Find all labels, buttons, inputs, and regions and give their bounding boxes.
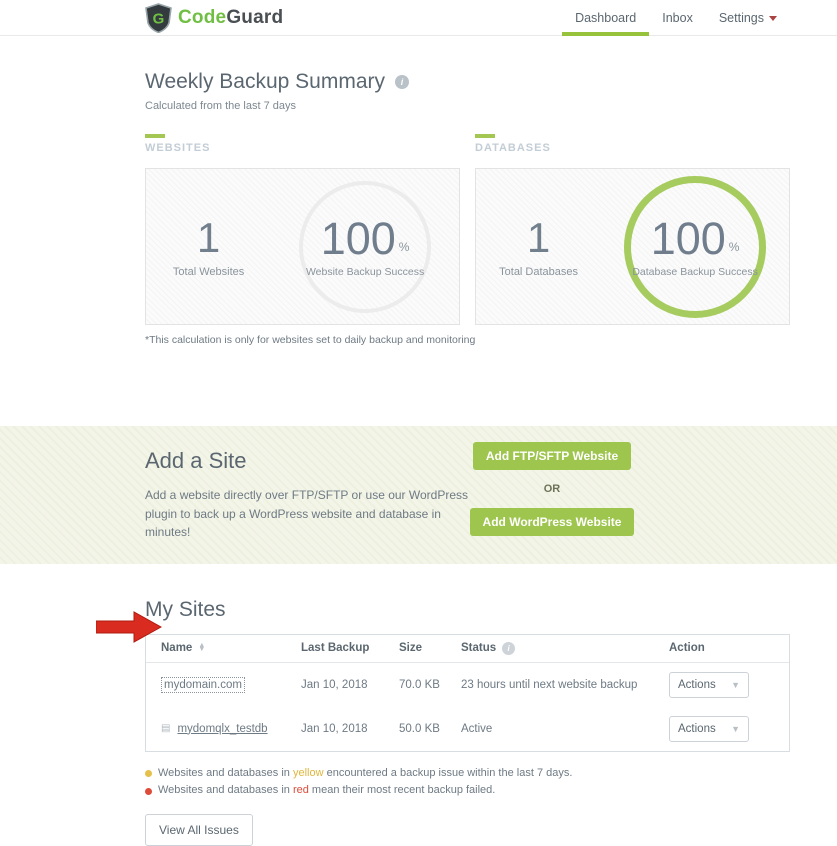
add-a-site-band: Add a Site Add a website directly over F… — [0, 426, 837, 564]
logo-wordmark: CodeGuard — [178, 7, 283, 29]
page-subtitle: Calculated from the last 7 days — [145, 100, 790, 112]
last-backup-cell: Jan 10, 2018 — [301, 723, 399, 735]
weekly-backup-summary-section: Weekly Backup Summary i Calculated from … — [0, 36, 837, 386]
column-header-size: Size — [399, 642, 461, 654]
database-success-ring: 100 % Database Backup Success — [624, 176, 766, 318]
chevron-down-icon — [769, 16, 777, 21]
yellow-dot-icon — [145, 770, 152, 777]
nav-settings[interactable]: Settings — [706, 0, 790, 36]
actions-dropdown[interactable]: Actions ▼ — [669, 716, 749, 742]
websites-summary-card: 1 Total Websites 100 % Website Backup Su… — [145, 168, 460, 325]
svg-text:G: G — [153, 10, 165, 27]
table-header-row: Name ▲▼ Last Backup Size Status i Action — [146, 635, 789, 663]
website-success-ring: 100 % Website Backup Success — [299, 181, 431, 313]
nav-inbox[interactable]: Inbox — [649, 0, 706, 36]
add-site-description: Add a website directly over FTP/SFTP or … — [145, 486, 477, 542]
column-header-action: Action — [669, 642, 774, 654]
green-bar — [475, 134, 495, 138]
status-cell: Active — [461, 723, 669, 735]
website-success-percent: 100 — [321, 216, 396, 261]
nav-dashboard[interactable]: Dashboard — [562, 0, 649, 36]
nav-settings-label: Settings — [719, 11, 764, 25]
add-wordpress-website-button[interactable]: Add WordPress Website — [470, 508, 635, 536]
website-success-label: Website Backup Success — [306, 266, 424, 278]
total-websites-label: Total Websites — [173, 266, 244, 278]
legend-red-text: Websites and databases in red mean their… — [158, 782, 495, 800]
codeguard-logo[interactable]: G CodeGuard — [145, 3, 283, 33]
total-databases-label: Total Databases — [499, 266, 578, 278]
nav-inbox-label: Inbox — [662, 11, 693, 25]
database-success-percent: 100 — [651, 216, 726, 261]
add-ftp-sftp-website-button[interactable]: Add FTP/SFTP Website — [473, 442, 631, 470]
site-link-testdb[interactable]: mydomqlx_testdb — [177, 723, 267, 735]
table-row: ▤ mydomqlx_testdb Jan 10, 2018 50.0 KB A… — [146, 707, 789, 751]
chevron-down-icon: ▼ — [731, 724, 740, 734]
databases-summary-card: 1 Total Databases 100 % Database Backup … — [475, 168, 790, 325]
page-title: Weekly Backup Summary — [145, 70, 385, 94]
last-backup-cell: Jan 10, 2018 — [301, 679, 399, 691]
legend-yellow-text: Websites and databases in yellow encount… — [158, 765, 572, 783]
total-websites-count: 1 — [197, 215, 220, 261]
total-databases-count: 1 — [527, 215, 550, 261]
database-success-label: Database Backup Success — [632, 266, 758, 278]
red-arrow-annotation — [96, 611, 162, 648]
chevron-down-icon: ▼ — [731, 680, 740, 690]
databases-section-label: DATABASES — [475, 134, 790, 154]
status-cell: 23 hours until next website backup — [461, 679, 669, 691]
info-icon[interactable]: i — [395, 75, 409, 89]
site-link-mydomain[interactable]: mydomain.com — [161, 677, 245, 693]
calculation-footnote: *This calculation is only for websites s… — [145, 334, 790, 346]
size-cell: 50.0 KB — [399, 723, 461, 735]
or-label: OR — [544, 483, 561, 495]
view-all-issues-button[interactable]: View All Issues — [145, 814, 253, 846]
actions-dropdown[interactable]: Actions ▼ — [669, 672, 749, 698]
percent-sign: % — [729, 240, 740, 254]
sites-table: Name ▲▼ Last Backup Size Status i Action… — [145, 634, 790, 752]
percent-sign: % — [399, 240, 410, 254]
status-info-icon[interactable]: i — [502, 642, 515, 655]
column-header-status: Status i — [461, 642, 669, 655]
nav-dashboard-label: Dashboard — [575, 11, 636, 25]
top-header: G CodeGuard Dashboard Inbox Settings — [0, 0, 837, 36]
status-legend: Websites and databases in yellow encount… — [145, 765, 790, 800]
my-sites-title: My Sites — [145, 598, 790, 622]
sort-icon[interactable]: ▲▼ — [198, 644, 205, 652]
database-icon: ▤ — [161, 724, 170, 734]
my-sites-section: My Sites Name ▲▼ Last Backup Size Status… — [0, 564, 837, 846]
main-nav: Dashboard Inbox Settings — [562, 0, 790, 36]
size-cell: 70.0 KB — [399, 679, 461, 691]
column-header-last-backup: Last Backup — [301, 642, 399, 654]
websites-section-label: WEBSITES — [145, 134, 460, 154]
table-row: mydomain.com Jan 10, 2018 70.0 KB 23 hou… — [146, 663, 789, 707]
add-site-title: Add a Site — [145, 448, 477, 474]
green-bar — [145, 134, 165, 138]
column-header-name[interactable]: Name ▲▼ — [161, 642, 301, 654]
red-dot-icon — [145, 788, 152, 795]
shield-logo-icon: G — [145, 3, 172, 33]
